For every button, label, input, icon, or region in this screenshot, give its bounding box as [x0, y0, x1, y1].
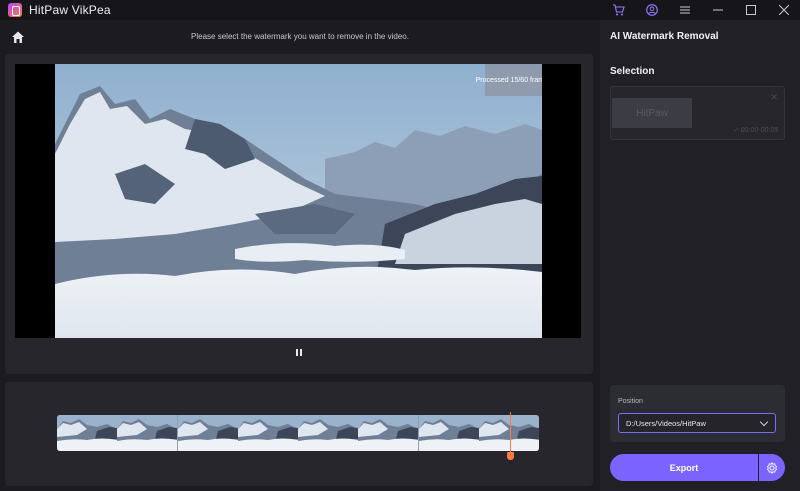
- position-dropdown[interactable]: D:/Users/Videos/HitPaw: [618, 413, 776, 433]
- filmstrip-frame: [177, 415, 238, 451]
- chevron-down-icon: [759, 417, 769, 427]
- selection-item[interactable]: HitPaw ✕ ✓ 00:00-00:05: [610, 86, 785, 140]
- filmstrip-frame: [358, 415, 419, 451]
- maximize-icon[interactable]: [734, 0, 767, 20]
- position-label: Position: [618, 398, 643, 405]
- app-window: HitPaw VikPea Please select the watermar…: [0, 0, 800, 491]
- app-title: HitPaw VikPea: [29, 3, 111, 17]
- menu-icon[interactable]: [668, 0, 701, 20]
- app-logo-icon: [8, 3, 22, 17]
- instruction-text: Please select the watermark you want to …: [191, 32, 409, 41]
- selection-thumbnail: HitPaw: [612, 98, 692, 128]
- timeline-playhead[interactable]: [510, 412, 511, 456]
- filmstrip-frame: [57, 415, 117, 451]
- selection-time-range: ✓ 00:00-00:05: [732, 127, 778, 134]
- video-image[interactable]: Processed 15/60 frames: [55, 64, 542, 338]
- export-button[interactable]: Export: [610, 454, 758, 481]
- filmstrip-frame: [117, 415, 178, 451]
- position-value: D:/Users/Videos/HitPaw: [626, 418, 706, 428]
- filmstrip-frame: [237, 415, 298, 451]
- video-preview-panel: Processed 15/60 frames: [5, 54, 593, 374]
- processing-status: Processed 15/60 frames: [476, 64, 542, 96]
- panel-title: AI Watermark Removal: [610, 31, 719, 42]
- title-bar: HitPaw VikPea: [0, 0, 800, 20]
- position-section: Position D:/Users/Videos/HitPaw: [610, 385, 785, 442]
- gear-icon: [766, 461, 778, 474]
- editor-toolbar: Please select the watermark you want to …: [0, 22, 600, 52]
- pause-bar-icon: [300, 349, 302, 356]
- close-icon[interactable]: [767, 0, 800, 20]
- watermark-settings-panel: AI Watermark Removal Selection HitPaw ✕ …: [600, 20, 800, 491]
- pause-bar-icon: [296, 349, 298, 356]
- export-settings-button[interactable]: [759, 454, 785, 481]
- selection-heading: Selection: [610, 66, 655, 77]
- timeline-panel: [5, 382, 593, 486]
- minimize-icon[interactable]: [701, 0, 734, 20]
- filmstrip-frame: [418, 415, 479, 451]
- video-frame[interactable]: Processed 15/60 frames: [15, 64, 581, 338]
- pause-button[interactable]: [294, 348, 304, 358]
- cart-icon[interactable]: [602, 0, 635, 20]
- account-icon[interactable]: [635, 0, 668, 20]
- title-bar-controls: [602, 0, 800, 20]
- filmstrip-frame: [478, 415, 539, 451]
- timeline-filmstrip[interactable]: [57, 415, 539, 451]
- filmstrip-frame: [298, 415, 358, 451]
- playhead-handle[interactable]: [507, 452, 514, 460]
- remove-selection-icon[interactable]: ✕: [770, 92, 778, 103]
